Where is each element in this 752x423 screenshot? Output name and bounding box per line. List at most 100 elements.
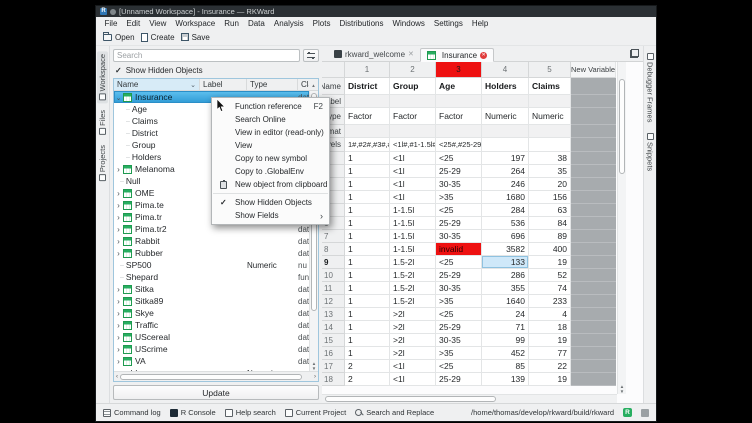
data-cell[interactable]: 1 [345, 334, 390, 347]
new-variable-cell[interactable] [571, 308, 616, 321]
data-cell[interactable]: 197 [482, 152, 529, 165]
new-variable-cell[interactable] [571, 95, 616, 108]
data-cell[interactable]: 71 [482, 321, 529, 334]
data-cell[interactable]: 20 [529, 178, 571, 191]
menu-item-search-online[interactable]: Search Online [212, 113, 329, 126]
expand-arrow-icon[interactable] [114, 284, 123, 294]
data-cell[interactable]: 19 [529, 334, 571, 347]
data-cell[interactable]: 30-35 [436, 230, 482, 243]
menu-item-show-hidden-objects[interactable]: Show Hidden Objects [212, 196, 329, 209]
column-header-3[interactable]: 3 [436, 62, 482, 78]
expand-arrow-icon[interactable] [114, 344, 123, 354]
data-cell[interactable]: 284 [482, 204, 529, 217]
data-cell[interactable]: 2 [345, 360, 390, 373]
row-header-18[interactable]: 18 [322, 373, 345, 386]
data-cell[interactable]: 1 [345, 295, 390, 308]
tree-row-uscrime[interactable]: UScrimedat [114, 343, 309, 355]
window-menu-icon[interactable] [110, 9, 116, 15]
data-cell[interactable]: >35 [436, 295, 482, 308]
save-button[interactable]: Save [181, 33, 210, 42]
row-header-10[interactable]: 10 [322, 269, 345, 282]
data-cell[interactable]: 536 [482, 217, 529, 230]
meta-cell[interactable]: 1#,#2#,#3#,#4 [345, 138, 390, 152]
data-cell[interactable]: 264 [482, 165, 529, 178]
data-cell[interactable]: 99 [482, 334, 529, 347]
meta-cell[interactable]: Numeric [482, 108, 529, 125]
data-cell[interactable]: >2l [390, 321, 436, 334]
meta-cell[interactable]: <1l#,#1-1.5l#,... [390, 138, 436, 152]
new-variable-cell[interactable] [571, 138, 616, 152]
data-cell[interactable]: 89 [529, 230, 571, 243]
row-header-7[interactable]: 7 [322, 230, 345, 243]
expand-arrow-icon[interactable] [114, 188, 123, 198]
meta-cell[interactable] [390, 95, 436, 108]
tree-row-sitka[interactable]: Sitkadat [114, 283, 309, 295]
tree-row-shepard[interactable]: –Shepardfun [114, 271, 309, 283]
data-cell[interactable]: >2l [390, 308, 436, 321]
new-variable-cell[interactable] [571, 321, 616, 334]
meta-cell[interactable]: Claims [529, 78, 571, 95]
column-header-#New Variable#[interactable]: #New Variable# [571, 62, 616, 78]
tree-row-traffic[interactable]: Trafficdat [114, 319, 309, 331]
data-cell[interactable]: 30-35 [436, 178, 482, 191]
data-cell[interactable]: 25-29 [436, 165, 482, 178]
scrollbar-handle[interactable] [619, 79, 625, 174]
new-variable-cell[interactable] [571, 243, 616, 256]
data-cell[interactable]: 1.5-2l [390, 295, 436, 308]
menu-item-view[interactable]: View [212, 139, 329, 152]
show-hidden-checkbox[interactable]: Show Hidden Objects [112, 64, 320, 76]
new-variable-cell[interactable] [571, 269, 616, 282]
expand-arrow-icon[interactable] [114, 248, 123, 258]
column-header-class[interactable]: Class [298, 79, 309, 90]
new-variable-cell[interactable] [571, 152, 616, 165]
data-cell[interactable]: 1680 [482, 191, 529, 204]
data-cell[interactable]: >35 [436, 347, 482, 360]
data-cell[interactable]: 246 [482, 178, 529, 191]
data-cell[interactable]: 400 [529, 243, 571, 256]
column-header-label[interactable]: Label [200, 79, 247, 90]
data-cell[interactable]: 77 [529, 347, 571, 360]
meta-cell[interactable] [529, 138, 571, 152]
row-header-15[interactable]: 15 [322, 334, 345, 347]
data-cell[interactable]: <1l [390, 165, 436, 178]
scroll-right-arrow[interactable]: › [314, 374, 316, 380]
row-header-14[interactable]: 14 [322, 321, 345, 334]
statusbar-search-and-replace[interactable]: Search and Replace [355, 408, 434, 417]
data-cell[interactable]: 1 [345, 217, 390, 230]
new-variable-cell[interactable] [571, 217, 616, 230]
data-cell[interactable]: 19 [529, 373, 571, 386]
data-cell[interactable]: <25 [436, 204, 482, 217]
data-cell[interactable]: 1 [345, 308, 390, 321]
data-cell[interactable]: >2l [390, 334, 436, 347]
data-cell[interactable]: 1 [345, 243, 390, 256]
data-cell[interactable]: 1-1.5l [390, 217, 436, 230]
menu-item-function-reference[interactable]: Function referenceF2 [212, 100, 329, 113]
expand-arrow-icon[interactable] [114, 212, 123, 222]
data-cell[interactable]: 63 [529, 204, 571, 217]
meta-cell[interactable] [390, 125, 436, 138]
data-cell[interactable]: 1 [345, 230, 390, 243]
tree-row-abbey[interactable]: –abbeyNumericnu [114, 367, 309, 371]
data-cell[interactable]: 696 [482, 230, 529, 243]
expand-arrow-icon[interactable] [114, 332, 123, 342]
menu-help[interactable]: Help [467, 19, 492, 28]
expand-arrow-icon[interactable] [114, 200, 123, 210]
data-cell[interactable]: 1 [345, 347, 390, 360]
new-variable-cell[interactable] [571, 191, 616, 204]
meta-cell[interactable]: Factor [436, 108, 482, 125]
tree-horizontal-scrollbar[interactable]: ‹ › [114, 371, 318, 381]
meta-cell[interactable] [529, 95, 571, 108]
data-cell[interactable]: 85 [482, 360, 529, 373]
menu-item-copy-to-new-symbol[interactable]: Copy to new symbol [212, 152, 329, 165]
statusbar-command-log[interactable]: Command log [103, 408, 161, 417]
data-cell[interactable]: 452 [482, 347, 529, 360]
meta-cell[interactable]: Numeric [529, 108, 571, 125]
new-variable-cell[interactable] [571, 256, 616, 269]
menu-edit[interactable]: Edit [122, 19, 145, 28]
dock-tab-workspace[interactable]: Workspace [97, 51, 108, 103]
data-cell[interactable]: 30-35 [436, 334, 482, 347]
menu-item-show-fields[interactable]: Show Fields [212, 209, 329, 222]
dock-tab-files[interactable]: Files [97, 107, 108, 138]
column-header-type[interactable]: Type [247, 79, 298, 90]
meta-cell[interactable] [436, 95, 482, 108]
